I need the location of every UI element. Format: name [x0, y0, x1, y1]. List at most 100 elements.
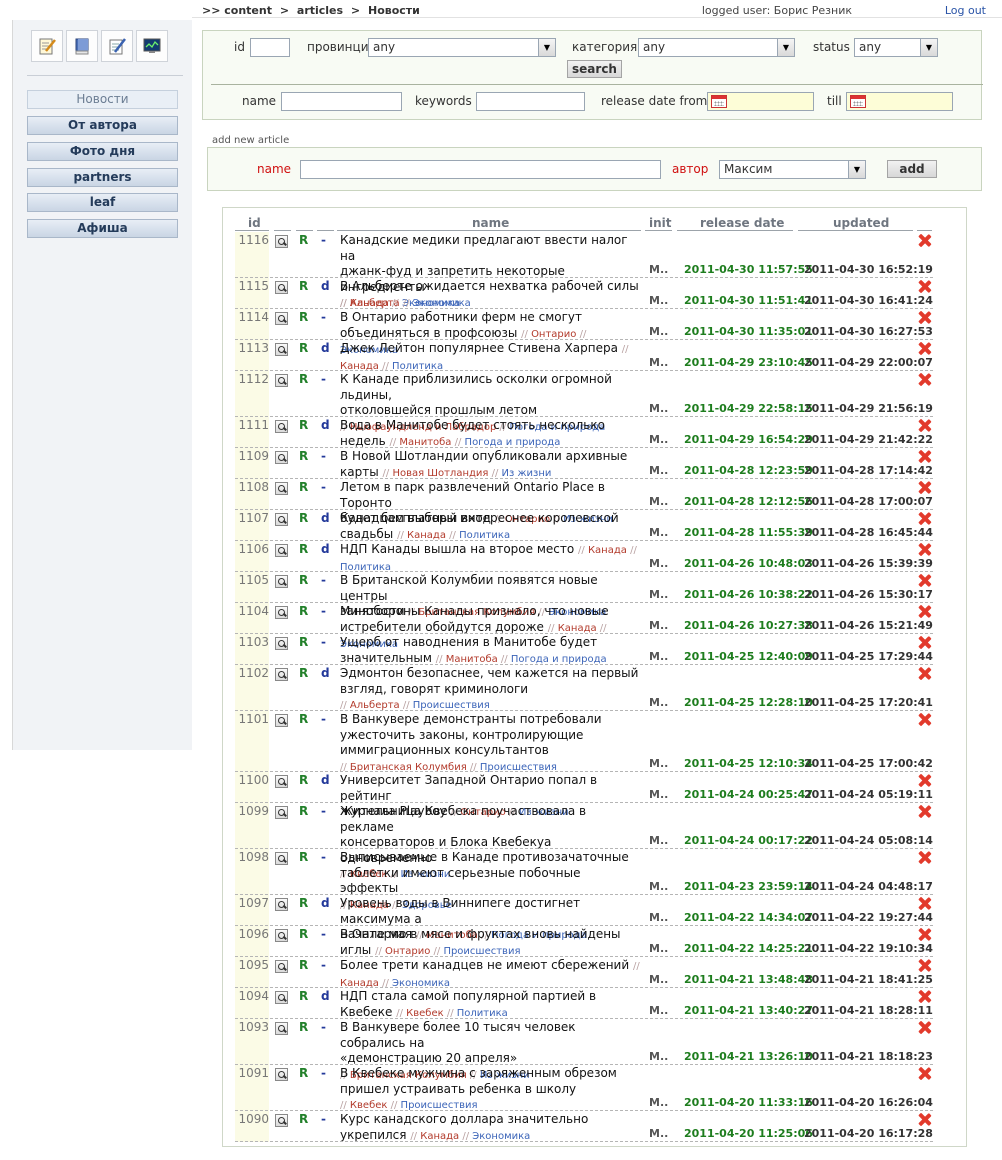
category-select[interactable]: any ▼: [638, 38, 795, 57]
column-header-release-date[interactable]: release date: [700, 216, 784, 230]
delete-icon[interactable]: [918, 897, 931, 910]
tag-province[interactable]: Канада: [558, 623, 597, 634]
delete-flag-link[interactable]: -: [321, 1066, 326, 1080]
article-name[interactable]: Вода в Манитобе будет стоять несколько н…: [340, 418, 640, 450]
calendar-icon[interactable]: [850, 95, 866, 108]
preview-icon[interactable]: [275, 775, 288, 788]
delete-flag-link[interactable]: -: [321, 233, 326, 247]
delete-icon[interactable]: [918, 636, 931, 649]
delete-flag-link[interactable]: -: [321, 712, 326, 726]
edit-note-icon[interactable]: [31, 30, 63, 62]
preview-icon[interactable]: [275, 1114, 288, 1127]
tag-category[interactable]: Из жизни: [502, 468, 552, 479]
tag-category[interactable]: Экономика: [472, 1131, 530, 1142]
tag-province[interactable]: Онтарио: [531, 329, 576, 340]
edit-r-link[interactable]: R: [299, 804, 308, 818]
pencil-list-icon[interactable]: [101, 30, 133, 62]
preview-icon[interactable]: [275, 374, 288, 387]
search-button[interactable]: search: [567, 60, 622, 78]
column-header-name[interactable]: name: [472, 216, 509, 230]
article-name[interactable]: Курс канадского доллара значительно укре…: [340, 1112, 640, 1144]
preview-icon[interactable]: [275, 281, 288, 294]
article-name[interactable]: Канадцам выборы интереснее королевской св…: [340, 511, 640, 543]
sidebar-item-photo-of-day[interactable]: Фото дня: [27, 142, 178, 161]
preview-icon[interactable]: [275, 1068, 288, 1081]
delete-icon[interactable]: [918, 774, 931, 787]
delete-icon[interactable]: [918, 373, 931, 386]
edit-r-link[interactable]: R: [299, 310, 308, 324]
edit-r-link[interactable]: R: [299, 449, 308, 463]
preview-icon[interactable]: [275, 991, 288, 1004]
tag-province[interactable]: Новая Шотландия: [392, 468, 488, 479]
delete-icon[interactable]: [918, 851, 931, 864]
book-icon[interactable]: [66, 30, 98, 62]
edit-r-link[interactable]: R: [299, 958, 308, 972]
edit-r-link[interactable]: R: [299, 542, 308, 556]
preview-icon[interactable]: [275, 451, 288, 464]
preview-icon[interactable]: [275, 668, 288, 681]
delete-icon[interactable]: [918, 1067, 931, 1080]
article-name[interactable]: В Новой Шотландии опубликовали архивные …: [340, 449, 640, 481]
delete-flag-link[interactable]: -: [321, 480, 326, 494]
sidebar-item-from-author[interactable]: От автора: [27, 116, 178, 135]
preview-icon[interactable]: [275, 343, 288, 356]
delete-flag-link[interactable]: -: [321, 1112, 326, 1126]
sidebar-item-partners[interactable]: partners: [27, 168, 178, 187]
delete-flag-link[interactable]: -: [321, 310, 326, 324]
delete-flag-link[interactable]: -: [321, 372, 326, 386]
delete-flag-link[interactable]: -: [321, 850, 326, 864]
tag-province[interactable]: Канада: [588, 545, 627, 556]
tag-province[interactable]: Канада: [407, 530, 446, 541]
delete-icon[interactable]: [918, 512, 931, 525]
delete-flag-link[interactable]: -: [321, 927, 326, 941]
new-name-input[interactable]: [300, 160, 661, 179]
tag-province[interactable]: Альберта: [350, 298, 400, 309]
preview-icon[interactable]: [275, 513, 288, 526]
article-name[interactable]: НДП стала самой популярной партией в Кве…: [340, 989, 640, 1021]
delete-icon[interactable]: [918, 713, 931, 726]
sidebar-item-afisha[interactable]: Афиша: [27, 219, 178, 238]
id-input[interactable]: [250, 38, 290, 57]
delete-flag-link[interactable]: -: [321, 604, 326, 618]
preview-icon[interactable]: [275, 960, 288, 973]
delete-flag-link[interactable]: -: [321, 635, 326, 649]
preview-icon[interactable]: [275, 898, 288, 911]
breadcrumb-articles[interactable]: articles: [297, 4, 343, 17]
preview-icon[interactable]: [275, 1022, 288, 1035]
delete-icon[interactable]: [918, 419, 931, 432]
article-name[interactable]: Эдмонтон безопаснее, чем кажется на перв…: [340, 666, 640, 714]
edit-r-link[interactable]: R: [299, 604, 308, 618]
add-button[interactable]: add: [887, 160, 937, 178]
article-name[interactable]: Ущерб от наводнения в Манитобе будет знач…: [340, 635, 640, 667]
delete-icon[interactable]: [918, 990, 931, 1003]
delete-flag-link[interactable]: d: [321, 773, 330, 787]
delete-icon[interactable]: [918, 481, 931, 494]
delete-icon[interactable]: [918, 1021, 931, 1034]
delete-icon[interactable]: [918, 928, 931, 941]
tag-province[interactable]: Онтарио: [385, 946, 430, 957]
delete-icon[interactable]: [918, 959, 931, 972]
name-filter-input[interactable]: [281, 92, 402, 111]
tag-province[interactable]: Квебек: [406, 1008, 444, 1019]
release-from-input[interactable]: [707, 92, 814, 111]
sidebar-item-news[interactable]: Новости: [27, 90, 178, 109]
edit-r-link[interactable]: R: [299, 341, 308, 355]
delete-icon[interactable]: [918, 667, 931, 680]
delete-icon[interactable]: [918, 280, 931, 293]
preview-icon[interactable]: [275, 852, 288, 865]
province-select[interactable]: any ▼: [368, 38, 556, 57]
delete-flag-link[interactable]: -: [321, 449, 326, 463]
preview-icon[interactable]: [275, 714, 288, 727]
edit-r-link[interactable]: R: [299, 989, 308, 1003]
article-name[interactable]: В Квебеке мужчина с заряженным обрезом пр…: [340, 1066, 640, 1114]
edit-r-link[interactable]: R: [299, 1112, 308, 1126]
preview-icon[interactable]: [275, 312, 288, 325]
logout-link[interactable]: Log out: [945, 4, 986, 17]
preview-icon[interactable]: [275, 420, 288, 433]
preview-icon[interactable]: [275, 544, 288, 557]
article-name[interactable]: В Альберте ожидается нехватка рабочей си…: [340, 279, 640, 311]
tag-category[interactable]: Погода и природа: [511, 654, 607, 665]
article-name[interactable]: В Ванкувере демонстранты потребовали ужес…: [340, 712, 640, 775]
delete-icon[interactable]: [918, 311, 931, 324]
delete-flag-link[interactable]: d: [321, 511, 330, 525]
